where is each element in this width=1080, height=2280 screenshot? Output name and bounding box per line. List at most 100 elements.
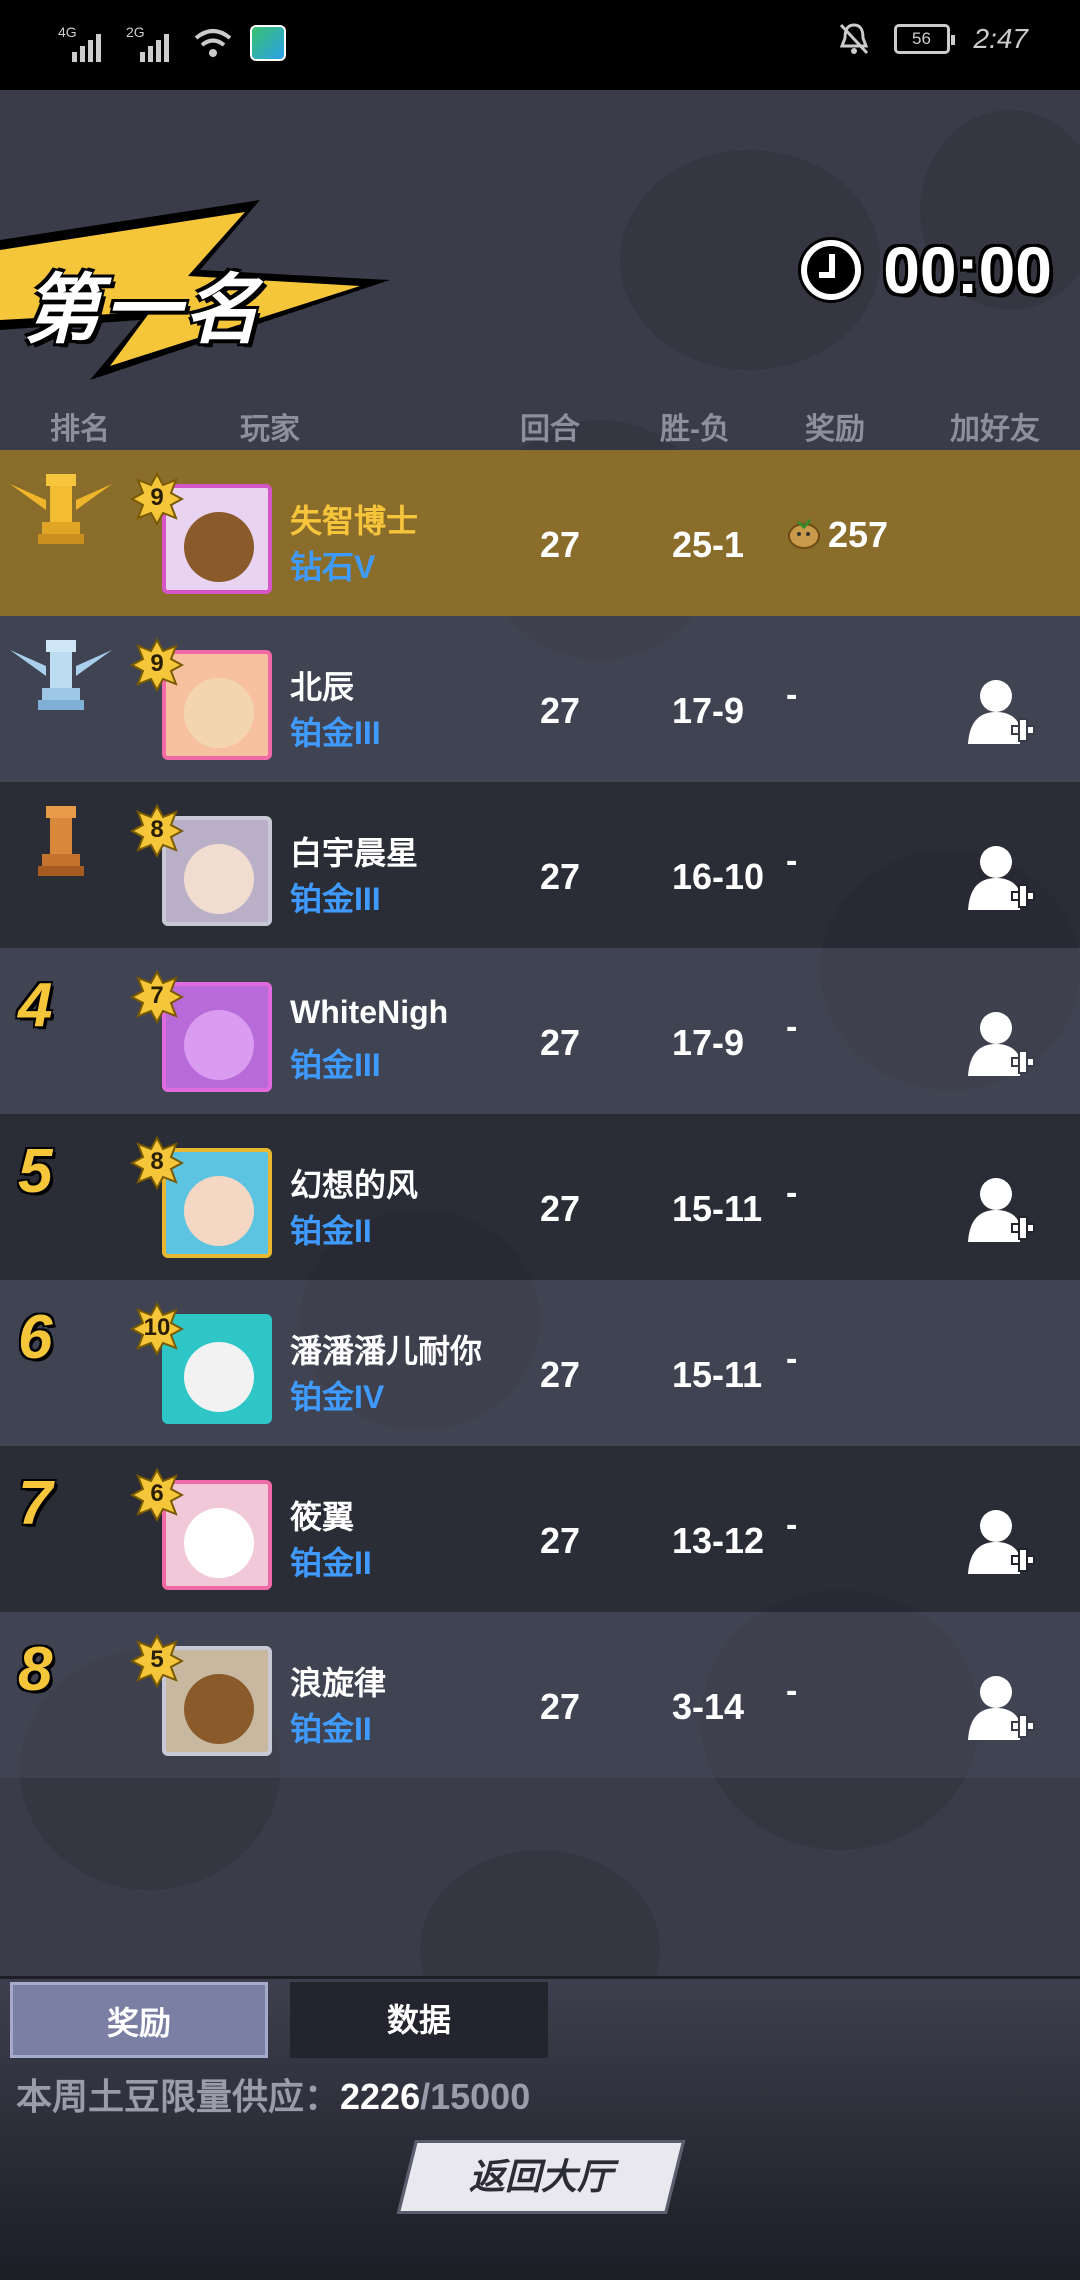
table-row[interactable]: 6 10 潘潘潘儿耐你 铂金IV 27 15-11 - xyxy=(0,1280,1080,1446)
col-add-friend: 加好友 xyxy=(950,413,1040,446)
rank-number: 5 xyxy=(18,1137,53,1206)
supply-label: 本周土豆限量供应： xyxy=(16,2076,341,2117)
supply-total: /15000 xyxy=(420,2076,531,2117)
rank-number: 4 xyxy=(18,971,53,1040)
col-rounds: 回合 xyxy=(520,413,580,446)
reward-value: - xyxy=(786,1506,798,1544)
battery-icon: 56 xyxy=(893,24,955,54)
level-badge: 8 xyxy=(130,1136,184,1190)
cell-signal-icon: 2G xyxy=(126,24,176,62)
player-tier: 钻石V xyxy=(290,549,376,585)
leaderboard: 9 失智博士 钻石V 27 25-1 257 9 北辰 铂金III 27 17-… xyxy=(0,450,1080,1778)
silver-trophy-icon xyxy=(10,640,112,710)
record-value: 3-14 xyxy=(672,1686,745,1727)
rank-number: 8 xyxy=(18,1635,53,1704)
level-value: 7 xyxy=(150,982,164,1009)
rounds-value: 27 xyxy=(540,1354,581,1395)
supply-current: 2226 xyxy=(340,2076,421,2117)
level-badge: 7 xyxy=(130,970,184,1024)
status-bar: 4G 2G 56 2:47 xyxy=(0,0,1080,90)
rounds-value: 27 xyxy=(540,524,581,565)
level-badge: 6 xyxy=(130,1468,184,1522)
level-badge: 9 xyxy=(130,472,184,526)
level-value: 10 xyxy=(143,1314,171,1341)
col-player: 玩家 xyxy=(240,413,300,446)
player-avatar[interactable]: 6 xyxy=(130,1468,280,1598)
reward-value: - xyxy=(786,1008,798,1046)
player-avatar[interactable]: 9 xyxy=(130,472,280,602)
clock-icon xyxy=(801,240,862,300)
rounds-value: 27 xyxy=(540,856,581,897)
player-avatar[interactable]: 8 xyxy=(130,804,280,934)
back-to-lobby-button[interactable]: 返回大厅 xyxy=(396,2140,686,2214)
record-value: 16-10 xyxy=(672,856,765,897)
table-row[interactable]: 9 失智博士 钻石V 27 25-1 257 xyxy=(0,450,1080,616)
col-rank: 排名 xyxy=(50,413,110,446)
level-badge: 10 xyxy=(130,1302,184,1356)
potato-icon xyxy=(788,519,820,549)
table-row[interactable]: 7 6 筱翼 铂金II 27 13-12 - xyxy=(0,1446,1080,1612)
bronze-trophy-icon xyxy=(38,806,84,876)
level-badge: 8 xyxy=(130,804,184,858)
player-name: 潘潘潘儿耐你 xyxy=(290,1333,483,1369)
table-row[interactable]: 8 白宇晨星 铂金III 27 16-10 - xyxy=(0,782,1080,948)
record-value: 15-11 xyxy=(672,1188,763,1229)
rounds-value: 27 xyxy=(540,690,581,731)
player-name: 白宇晨星 xyxy=(290,835,419,871)
record-value: 25-1 xyxy=(672,524,745,565)
level-badge: 9 xyxy=(130,638,184,692)
player-tier: 铂金III xyxy=(290,1047,381,1083)
player-name: 筱翼 xyxy=(290,1499,355,1535)
add-friend-icon[interactable] xyxy=(966,676,1036,748)
timer: 00:00 xyxy=(801,232,1052,308)
player-avatar[interactable]: 5 xyxy=(130,1634,280,1764)
player-name: 失智博士 xyxy=(290,503,419,539)
gold-trophy-icon xyxy=(10,474,112,544)
reward-value: - xyxy=(786,1174,798,1212)
potato-supply: 本周土豆限量供应：2226/15000 xyxy=(16,2068,530,2120)
player-tier: 铂金II xyxy=(290,1545,372,1581)
rounds-value: 27 xyxy=(540,1188,581,1229)
reward-value: - xyxy=(786,1672,798,1710)
record-value: 17-9 xyxy=(672,1022,745,1063)
add-friend-icon[interactable] xyxy=(966,1672,1036,1744)
signal-type-label: 2G xyxy=(126,24,145,40)
player-avatar[interactable]: 8 xyxy=(130,1136,280,1266)
column-headers: 排名 玩家 回合 胜-负 奖励 加好友 xyxy=(0,400,1080,450)
player-tier: 铂金IV xyxy=(290,1379,385,1415)
add-friend-icon[interactable] xyxy=(966,842,1036,914)
level-value: 6 xyxy=(150,1480,164,1507)
table-row[interactable]: 5 8 幻想的风 铂金II 27 15-11 - xyxy=(0,1114,1080,1280)
tab-data[interactable]: 数据 xyxy=(290,1982,548,2058)
player-avatar[interactable]: 9 xyxy=(130,638,280,768)
reward-value: 257 xyxy=(828,514,889,555)
cell-signal-icon: 4G xyxy=(58,24,108,62)
level-value: 8 xyxy=(150,816,164,843)
clock-time: 2:47 xyxy=(973,23,1029,54)
player-tier: 铂金III xyxy=(290,715,381,751)
table-row[interactable]: 8 5 浪旋律 铂金II 27 3-14 - xyxy=(0,1612,1080,1778)
level-value: 9 xyxy=(150,650,164,677)
player-tier: 铂金III xyxy=(290,881,381,917)
player-tier: 铂金II xyxy=(290,1213,372,1249)
level-value: 5 xyxy=(150,1646,164,1673)
tab-reward[interactable]: 奖励 xyxy=(10,1982,268,2058)
record-value: 15-11 xyxy=(672,1354,763,1395)
player-name: 北辰 xyxy=(290,669,355,705)
signal-type-label: 4G xyxy=(58,24,77,40)
add-friend-icon[interactable] xyxy=(966,1174,1036,1246)
reward-value: - xyxy=(786,676,798,714)
add-friend-icon[interactable] xyxy=(966,1506,1036,1578)
rank-title: 第一名 xyxy=(24,268,264,353)
rounds-value: 27 xyxy=(540,1520,581,1561)
level-value: 8 xyxy=(150,1148,164,1175)
rank-number: 7 xyxy=(18,1469,53,1538)
app-notification-icon xyxy=(250,25,286,61)
player-avatar[interactable]: 10 xyxy=(130,1302,280,1432)
player-avatar[interactable]: 7 xyxy=(130,970,280,1100)
player-name: WhiteNigh xyxy=(290,994,449,1030)
player-tier: 铂金II xyxy=(290,1711,372,1747)
add-friend-icon[interactable] xyxy=(966,1008,1036,1080)
table-row[interactable]: 4 7 WhiteNigh 铂金III 27 17-9 - xyxy=(0,948,1080,1114)
table-row[interactable]: 9 北辰 铂金III 27 17-9 - xyxy=(0,616,1080,782)
